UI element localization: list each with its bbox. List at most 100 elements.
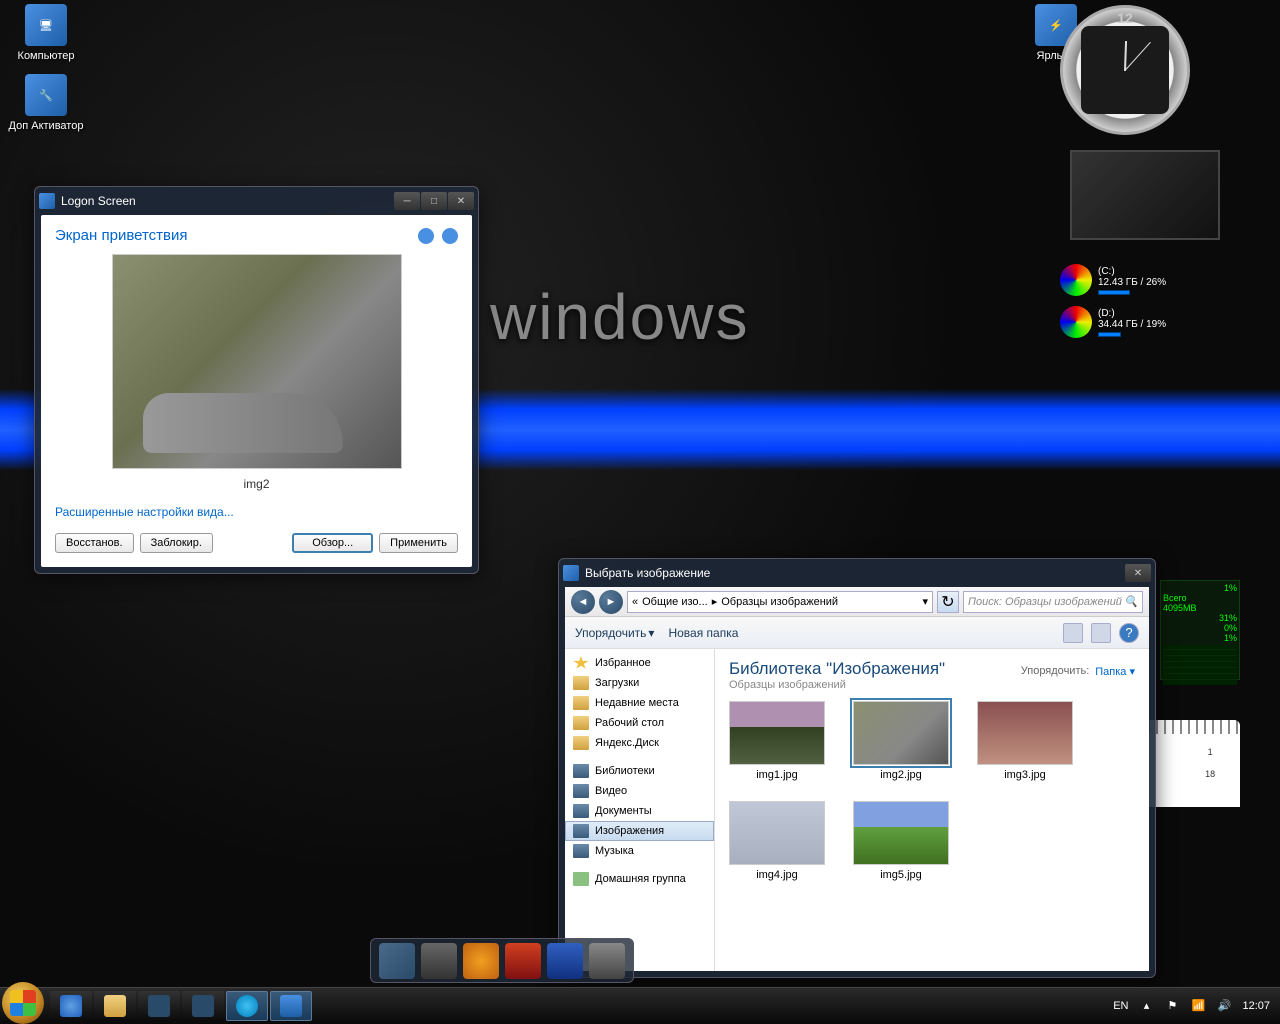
disk-gadget-c[interactable]: (C:) 12.43 ГБ / 26% xyxy=(1060,260,1220,300)
start-button[interactable] xyxy=(2,982,44,1024)
sidebar-libraries[interactable]: Библиотеки xyxy=(565,761,714,781)
network-icon[interactable]: 📶 xyxy=(1190,998,1206,1014)
organize-menu[interactable]: Упорядочить ▾ xyxy=(575,626,654,640)
maximize-button[interactable]: □ xyxy=(421,192,447,210)
file-thumb-img2[interactable]: img2.jpg xyxy=(853,701,949,781)
search-icon: 🔍 xyxy=(1124,595,1138,608)
lock-button[interactable]: Заблокир. xyxy=(140,533,213,553)
refresh-button[interactable]: ↻ xyxy=(937,591,959,613)
browse-button[interactable]: Обзор... xyxy=(292,533,373,553)
file-thumb-img3[interactable]: img3.jpg xyxy=(977,701,1073,781)
app-icon xyxy=(192,995,214,1017)
view-options-button[interactable] xyxy=(1063,623,1083,643)
chevron-down-icon: ▾ xyxy=(648,626,654,640)
restore-button[interactable]: Восстанов. xyxy=(55,533,134,553)
system-tray: EN ▴ ⚑ 📶 🔊 12:07 xyxy=(1113,998,1280,1014)
cpu-gadget[interactable]: 1% Всего 4095MB 31% 0% 1% xyxy=(1160,580,1240,680)
taskbar-item-app[interactable] xyxy=(138,991,180,1021)
music-icon xyxy=(573,844,589,858)
logon-screen-window: Logon Screen ─ □ ✕ Экран приветствия img… xyxy=(34,186,479,574)
app-icon xyxy=(39,193,55,209)
clock-gadget[interactable]: 12 xyxy=(1060,5,1190,135)
star-icon xyxy=(573,656,589,670)
sidebar-item-documents[interactable]: Документы xyxy=(565,801,714,821)
monitor-icon xyxy=(280,995,302,1017)
homegroup-icon xyxy=(573,872,589,886)
apply-button[interactable]: Применить xyxy=(379,533,458,553)
close-button[interactable]: ✕ xyxy=(1125,564,1151,582)
library-icon xyxy=(573,764,589,778)
flag-icon[interactable]: ⚑ xyxy=(1164,998,1180,1014)
sidebar-favorites[interactable]: Избранное xyxy=(565,653,714,673)
new-folder-button[interactable]: Новая папка xyxy=(668,626,738,640)
file-thumb-img1[interactable]: img1.jpg xyxy=(729,701,825,781)
close-button[interactable]: ✕ xyxy=(448,192,474,210)
nav-bar: ◄ ► « Общие изо... ▸ Образцы изображений… xyxy=(565,587,1149,617)
dock-item[interactable] xyxy=(379,943,415,979)
minimize-button[interactable]: ─ xyxy=(394,192,420,210)
dock-item[interactable] xyxy=(505,943,541,979)
logon-image-name: img2 xyxy=(55,477,458,491)
disk-gadget-d[interactable]: (D:) 34.44 ГБ / 19% xyxy=(1060,302,1220,342)
search-input[interactable]: Поиск: Образцы изображений 🔍 xyxy=(963,591,1143,613)
forward-button[interactable]: ► xyxy=(599,590,623,614)
dock-item[interactable] xyxy=(463,943,499,979)
sidebar-homegroup[interactable]: Домашняя группа xyxy=(565,869,714,889)
taskbar-item-skype[interactable] xyxy=(226,991,268,1021)
sidebar: Избранное Загрузки Недавние места Рабочи… xyxy=(565,649,715,971)
disk-icon xyxy=(573,736,589,750)
preview-pane-button[interactable] xyxy=(1091,623,1111,643)
slideshow-gadget[interactable] xyxy=(1070,150,1220,240)
dock-item[interactable] xyxy=(547,943,583,979)
dock-item[interactable] xyxy=(421,943,457,979)
toolbar: Упорядочить ▾ Новая папка ? xyxy=(565,617,1149,649)
skype-icon xyxy=(236,995,258,1017)
taskbar-item-ie[interactable] xyxy=(50,991,92,1021)
desktop-icon-computer[interactable]: 🖥 Компьютер xyxy=(8,4,84,62)
windows-logo-icon xyxy=(10,990,36,1016)
breadcrumb[interactable]: « Общие изо... ▸ Образцы изображений ▾ xyxy=(627,591,933,613)
taskbar-item-explorer[interactable] xyxy=(94,991,136,1021)
language-indicator[interactable]: EN xyxy=(1113,1000,1128,1012)
help-button[interactable]: ? xyxy=(1119,623,1139,643)
taskbar-item-logon[interactable] xyxy=(270,991,312,1021)
dock-item[interactable] xyxy=(589,943,625,979)
file-thumb-img4[interactable]: img4.jpg xyxy=(729,801,825,881)
titlebar[interactable]: Logon Screen ─ □ ✕ xyxy=(35,187,478,215)
back-button[interactable]: ◄ xyxy=(571,590,595,614)
rocketdock xyxy=(370,938,634,983)
sidebar-item-images[interactable]: Изображения xyxy=(565,821,714,841)
library-subtitle: Образцы изображений xyxy=(729,679,945,691)
image-icon xyxy=(573,824,589,838)
tool-icon: 🔧 xyxy=(25,74,67,116)
sidebar-item-video[interactable]: Видео xyxy=(565,781,714,801)
titlebar[interactable]: Выбрать изображение ✕ xyxy=(559,559,1155,587)
settings-icon[interactable] xyxy=(418,228,434,244)
library-title: Библиотека "Изображения" xyxy=(729,659,945,679)
sidebar-item-downloads[interactable]: Загрузки xyxy=(565,673,714,693)
folder-icon xyxy=(573,716,589,730)
info-icon[interactable] xyxy=(442,228,458,244)
folder-icon xyxy=(573,696,589,710)
wallpaper-text: windows xyxy=(490,280,749,354)
sidebar-item-yandex[interactable]: Яндекс.Диск xyxy=(565,733,714,753)
app-icon xyxy=(563,565,579,581)
slideshow-image xyxy=(1072,152,1218,238)
ie-icon xyxy=(60,995,82,1017)
advanced-settings-link[interactable]: Расширенные настройки вида... xyxy=(55,505,458,519)
sidebar-item-recent[interactable]: Недавние места xyxy=(565,693,714,713)
sidebar-item-music[interactable]: Музыка xyxy=(565,841,714,861)
taskbar: EN ▴ ⚑ 📶 🔊 12:07 xyxy=(0,987,1280,1023)
file-thumb-img5[interactable]: img5.jpg xyxy=(853,801,949,881)
desktop-icon-activator[interactable]: 🔧 Доп Активатор xyxy=(8,74,84,132)
taskbar-item-app[interactable] xyxy=(182,991,224,1021)
folder-icon xyxy=(104,995,126,1017)
sidebar-item-desktop[interactable]: Рабочий стол xyxy=(565,713,714,733)
app-icon xyxy=(148,995,170,1017)
chevron-down-icon[interactable]: ▾ xyxy=(922,595,928,608)
sort-dropdown[interactable]: Папка ▾ xyxy=(1095,665,1135,678)
show-hidden-icons[interactable]: ▴ xyxy=(1138,998,1154,1014)
volume-icon[interactable]: 🔊 xyxy=(1216,998,1232,1014)
disk-icon xyxy=(1060,306,1092,338)
taskbar-clock[interactable]: 12:07 xyxy=(1242,1000,1270,1012)
